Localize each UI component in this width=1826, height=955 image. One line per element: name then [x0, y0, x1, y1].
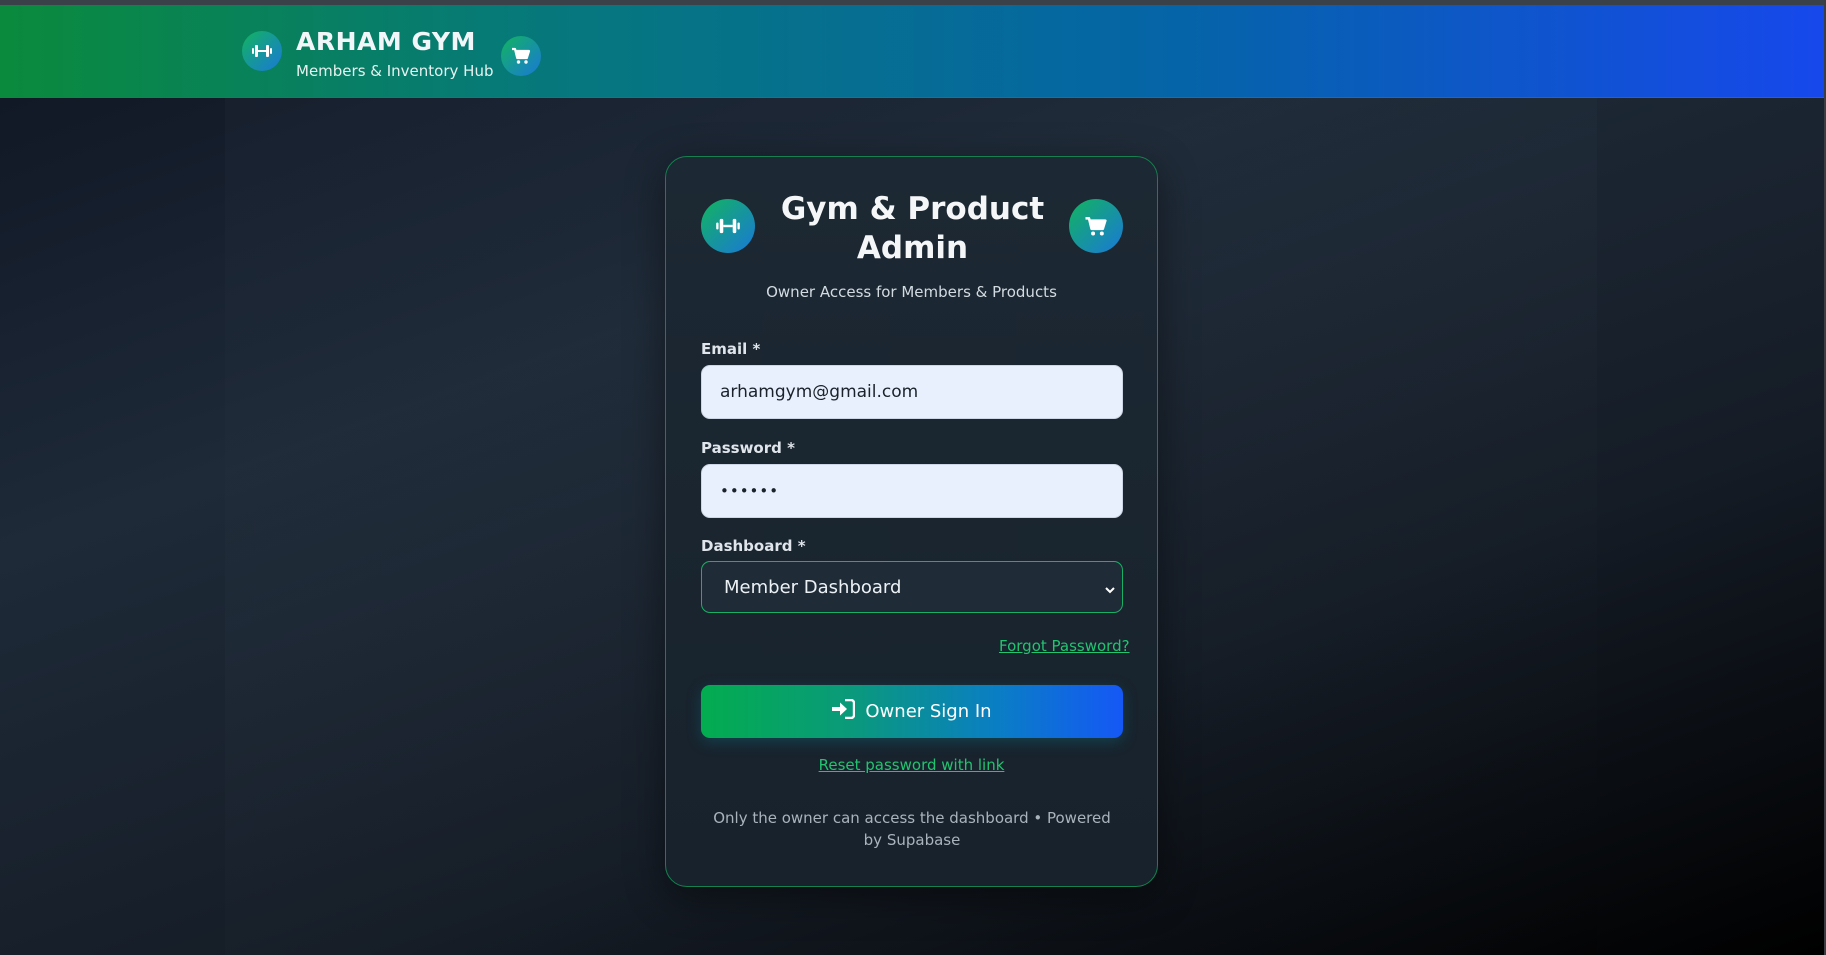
- login-subtitle: Owner Access for Members & Products: [766, 283, 1057, 301]
- login-card: Gym & Product Admin Owner Access for Mem…: [665, 156, 1158, 887]
- chevron-down-icon: [1104, 580, 1116, 601]
- main-area: Gym & Product Admin Owner Access for Mem…: [0, 98, 1824, 955]
- dashboard-label: Dashboard *: [701, 537, 806, 555]
- brand-subtitle: Members & Inventory Hub: [296, 62, 494, 80]
- sign-in-icon: [832, 698, 856, 724]
- cart-icon[interactable]: [501, 36, 541, 76]
- app-header: ARHAM GYM Members & Inventory Hub: [0, 5, 1824, 98]
- dashboard-select[interactable]: Member Dashboard: [701, 561, 1123, 613]
- reset-password-link: Reset password with link: [666, 756, 1157, 774]
- login-title: Gym & Product Admin: [780, 191, 1045, 266]
- password-label: Password *: [701, 439, 795, 457]
- email-field[interactable]: arhamgym@gmail.com: [701, 365, 1123, 419]
- owner-sign-in-button[interactable]: Owner Sign In: [701, 685, 1123, 738]
- email-label: Email *: [701, 340, 761, 358]
- dashboard-select-value: Member Dashboard: [724, 576, 902, 598]
- brand-title: ARHAM GYM: [296, 27, 476, 56]
- footer-note: Only the owner can access the dashboard …: [713, 809, 1111, 849]
- cart-icon: [1069, 199, 1123, 253]
- sign-in-label: Owner Sign In: [865, 701, 992, 722]
- forgot-password-link[interactable]: Forgot Password?: [999, 637, 1130, 655]
- dumbbell-icon: [242, 31, 282, 71]
- password-field[interactable]: ••••••: [701, 464, 1123, 518]
- reset-password-link-text[interactable]: Reset password with link: [819, 756, 1005, 774]
